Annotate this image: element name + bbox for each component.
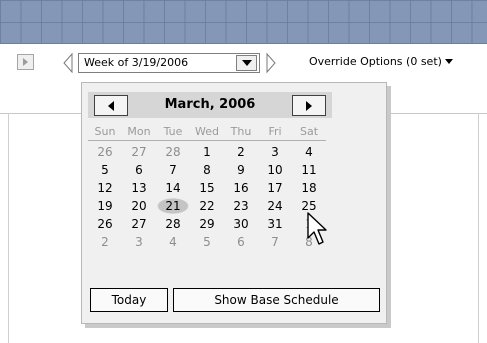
- calendar-day[interactable]: 9: [224, 161, 258, 179]
- calendar-day[interactable]: 6: [224, 233, 258, 251]
- weekday-label: Sat: [299, 125, 319, 138]
- override-options-menu[interactable]: Override Options (0 set): [309, 55, 453, 68]
- mouse-cursor-icon: [307, 212, 327, 245]
- calendar-day[interactable]: 28: [156, 143, 190, 161]
- calendar-popup: March, 2006 Sun Mon Tue Wed Thu Fri Sat …: [81, 82, 387, 324]
- schedule-grid-header: [0, 0, 487, 44]
- weekday-label: Mon: [127, 125, 151, 138]
- collapse-button[interactable]: [17, 54, 34, 70]
- calendar-day[interactable]: 20: [122, 197, 156, 215]
- calendar-day[interactable]: 31: [258, 215, 292, 233]
- calendar-day[interactable]: 16: [224, 179, 258, 197]
- calendar-day[interactable]: 19: [88, 197, 122, 215]
- calendar-day[interactable]: 8: [190, 161, 224, 179]
- prev-week-icon[interactable]: [62, 52, 74, 74]
- override-options-label: Override Options (0 set): [309, 55, 442, 68]
- week-select-value: Week of 3/19/2006: [84, 56, 189, 69]
- calendar-day[interactable]: 1: [190, 143, 224, 161]
- calendar-day[interactable]: 30: [224, 215, 258, 233]
- calendar-day[interactable]: 4: [156, 233, 190, 251]
- calendar-day[interactable]: 27: [122, 143, 156, 161]
- calendar-day[interactable]: 22: [190, 197, 224, 215]
- play-icon: [23, 58, 28, 66]
- calendar-day[interactable]: 5: [88, 161, 122, 179]
- calendar-day[interactable]: 2: [224, 143, 258, 161]
- calendar-day[interactable]: 7: [258, 233, 292, 251]
- calendar-month-title: March, 2006: [164, 97, 256, 112]
- calendar-day[interactable]: 27: [122, 215, 156, 233]
- calendar-day[interactable]: 2: [88, 233, 122, 251]
- prev-month-button[interactable]: [94, 95, 128, 116]
- calendar-day[interactable]: 3: [258, 143, 292, 161]
- calendar-day-grid: 26 27 28 1 2 3 4 5 6 7 8 9 10 11 12 13 1…: [88, 143, 326, 251]
- calendar-day[interactable]: 15: [190, 179, 224, 197]
- chevron-down-icon: [444, 59, 453, 64]
- chevron-down-icon: [241, 60, 252, 66]
- weekday-label: Thu: [230, 125, 252, 138]
- calendar-day[interactable]: 4: [292, 143, 326, 161]
- calendar-day[interactable]: 24: [258, 197, 292, 215]
- week-dropdown-button[interactable]: [236, 55, 257, 71]
- calendar-day[interactable]: 26: [88, 143, 122, 161]
- arrow-right-icon: [306, 100, 312, 111]
- calendar-day[interactable]: 23: [224, 197, 258, 215]
- weekday-label: Fri: [268, 125, 282, 138]
- calendar-day[interactable]: 29: [190, 215, 224, 233]
- calendar-day[interactable]: 7: [156, 161, 190, 179]
- calendar-day-today[interactable]: 21: [156, 197, 190, 215]
- weekday-label: Tue: [163, 125, 183, 138]
- calendar-day[interactable]: 14: [156, 179, 190, 197]
- today-button[interactable]: Today: [90, 288, 168, 312]
- weekday-label: Sun: [94, 125, 116, 138]
- calendar-day[interactable]: 12: [88, 179, 122, 197]
- weekday-label: Wed: [195, 125, 219, 138]
- calendar-day[interactable]: 18: [292, 179, 326, 197]
- calendar-header: March, 2006: [88, 92, 332, 118]
- weekday-header-row: Sun Mon Tue Wed Thu Fri Sat: [88, 125, 326, 141]
- week-select[interactable]: Week of 3/19/2006: [78, 53, 260, 73]
- calendar-day[interactable]: 13: [122, 179, 156, 197]
- calendar-day[interactable]: 28: [156, 215, 190, 233]
- calendar-day[interactable]: 3: [122, 233, 156, 251]
- show-base-schedule-button[interactable]: Show Base Schedule: [173, 288, 380, 312]
- calendar-day[interactable]: 6: [122, 161, 156, 179]
- calendar-day[interactable]: 11: [292, 161, 326, 179]
- calendar-day[interactable]: 26: [88, 215, 122, 233]
- calendar-day[interactable]: 5: [190, 233, 224, 251]
- calendar-day[interactable]: 10: [258, 161, 292, 179]
- next-month-button[interactable]: [292, 95, 326, 116]
- arrow-left-icon: [108, 100, 114, 111]
- next-week-icon[interactable]: [265, 52, 277, 74]
- calendar-day[interactable]: 17: [258, 179, 292, 197]
